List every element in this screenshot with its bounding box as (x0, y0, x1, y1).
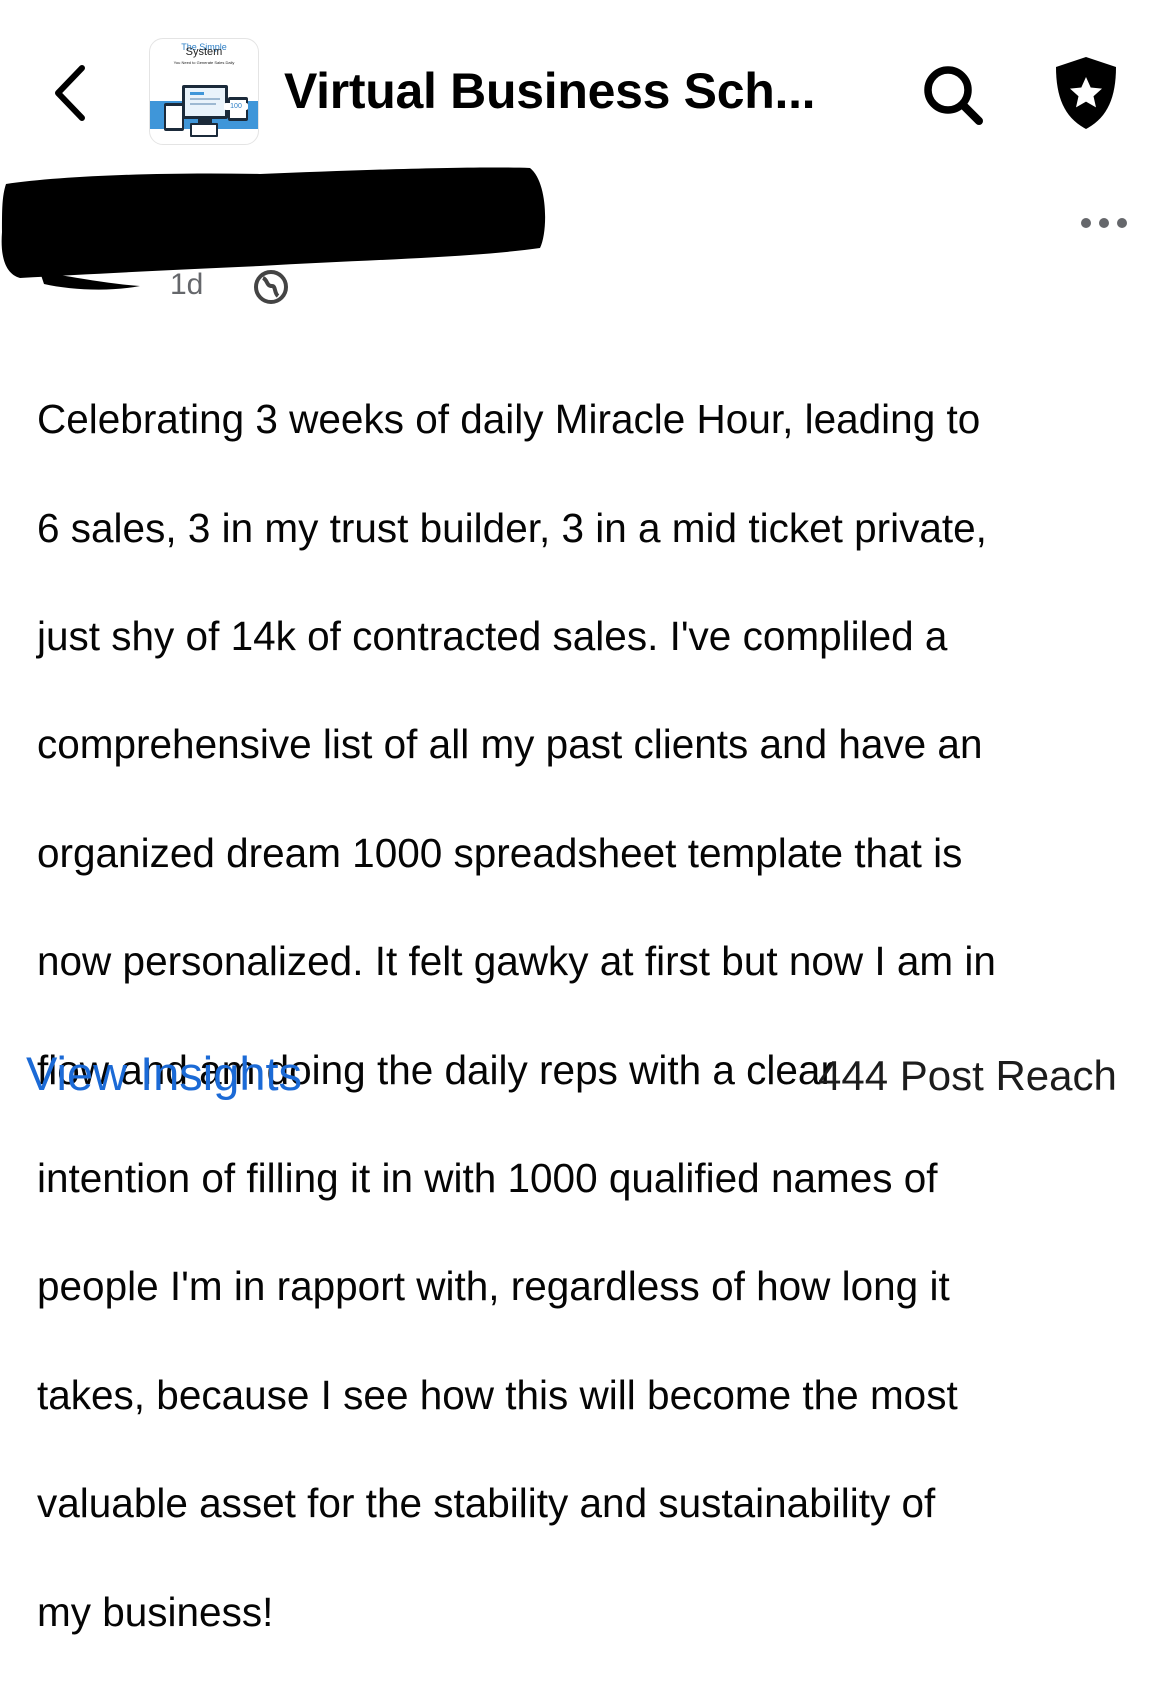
post-more-button[interactable] (1078, 210, 1130, 236)
admin-tools-button[interactable] (1050, 54, 1122, 132)
group-title[interactable]: Virtual Business Sch... (284, 62, 816, 120)
thumbnail-subtext: You Need to Generate Sales Daily (173, 60, 235, 65)
post-line: Celebrating 3 weeks of daily Miracle Hou… (37, 396, 981, 443)
post-line: organized dream 1000 spreadsheet templat… (37, 829, 963, 876)
post-line: comprehensive list of all my past client… (37, 721, 983, 768)
view-insights-link[interactable]: View Insights (26, 1046, 302, 1101)
thumbnail-badge: 100 (224, 103, 248, 110)
thumbnail-system-text: System (185, 46, 223, 58)
post-line: people I'm in rapport with, regardless o… (37, 1263, 950, 1310)
post-line: takes, because I see how this will becom… (37, 1371, 958, 1418)
post-line: intention of filling it in with 1000 qua… (37, 1155, 938, 1202)
back-button[interactable] (46, 60, 96, 126)
more-dots-icon (1081, 218, 1127, 228)
post-line: 6 sales, 3 in my trust builder, 3 in a m… (37, 504, 987, 551)
post-body: Celebrating 3 weeks of daily Miracle Hou… (37, 338, 1142, 1693)
search-icon (924, 66, 983, 125)
post-line: now personalized. It felt gawky at first… (37, 938, 996, 985)
devices-illustration (164, 85, 248, 137)
search-button[interactable] (920, 62, 986, 128)
shield-star-icon (1056, 57, 1116, 129)
post-reach-count: 444 Post Reach (818, 1052, 1117, 1099)
globe-icon (254, 270, 288, 304)
post-line: just shy of 14k of contracted sales. I'v… (37, 613, 948, 660)
post-timestamp: 1d (170, 268, 204, 301)
chevron-left-icon (55, 65, 85, 121)
group-thumbnail[interactable]: The Simple System You Need to Generate S… (149, 38, 259, 145)
post-line: valuable asset for the stability and sus… (37, 1480, 936, 1527)
post-line: my business! (37, 1588, 274, 1635)
